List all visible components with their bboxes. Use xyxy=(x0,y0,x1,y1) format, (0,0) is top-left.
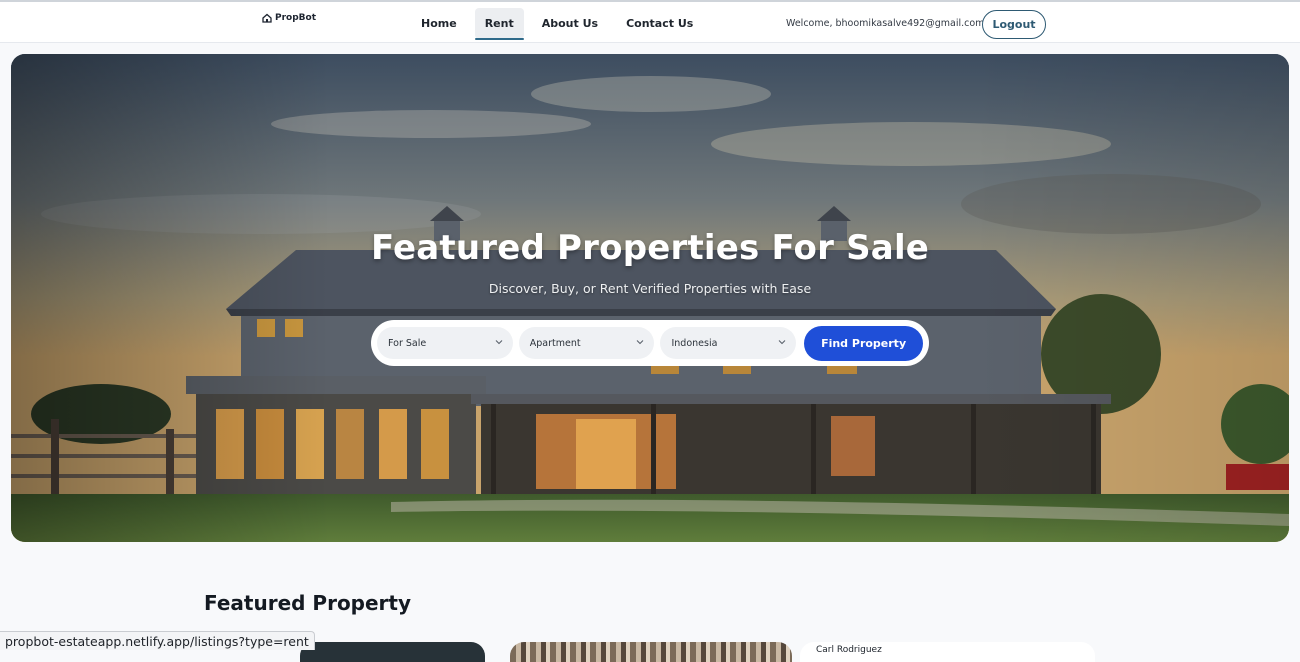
property-category-select[interactable]: Apartment xyxy=(518,327,655,359)
nav-links: Home Rent About Us Contact Us xyxy=(411,7,703,40)
link-preview-statusbar: propbot-estateapp.netlify.app/listings?t… xyxy=(0,631,315,650)
property-card-image[interactable] xyxy=(300,642,485,662)
featured-section-title: Featured Property xyxy=(204,591,412,615)
testimonial-author: Carl Rodriguez xyxy=(816,645,882,655)
find-property-button[interactable]: Find Property xyxy=(804,325,923,361)
chevron-down-icon xyxy=(778,340,786,345)
nav-link-rent[interactable]: Rent xyxy=(474,7,524,40)
logout-button[interactable]: Logout xyxy=(982,10,1046,39)
property-category-value: Apartment xyxy=(529,337,581,349)
location-select[interactable]: Indonesia xyxy=(660,327,797,359)
welcome-text: Welcome, bhoomikasalve492@gmail.com xyxy=(786,18,985,29)
nav-link-home[interactable]: Home xyxy=(411,8,467,39)
nav-link-contact-us[interactable]: Contact Us xyxy=(616,8,703,39)
property-search-bar: For Sale Apartment Indonesia Find Proper… xyxy=(371,320,929,366)
listing-type-select[interactable]: For Sale xyxy=(377,327,513,359)
hero-house-image xyxy=(11,54,1289,542)
chevron-down-icon xyxy=(637,340,644,345)
hero-title: Featured Properties For Sale xyxy=(370,228,930,268)
location-value: Indonesia xyxy=(671,337,718,349)
chevron-down-icon xyxy=(495,340,503,345)
nav-link-about-us[interactable]: About Us xyxy=(532,8,608,39)
hero-subtitle: Discover, Buy, or Rent Verified Properti… xyxy=(488,281,812,296)
property-card-image[interactable] xyxy=(510,642,792,662)
top-navbar: PropBot Home Rent About Us Contact Us We… xyxy=(0,0,1300,43)
listing-type-value: For Sale xyxy=(388,337,427,349)
testimonial-card: Carl Rodriguez xyxy=(800,642,1095,662)
logo-text: PropBot xyxy=(275,13,317,23)
hero-banner: Featured Properties For Sale Discover, B… xyxy=(11,54,1289,542)
logo[interactable]: PropBot xyxy=(262,13,316,23)
house-icon xyxy=(262,13,272,23)
